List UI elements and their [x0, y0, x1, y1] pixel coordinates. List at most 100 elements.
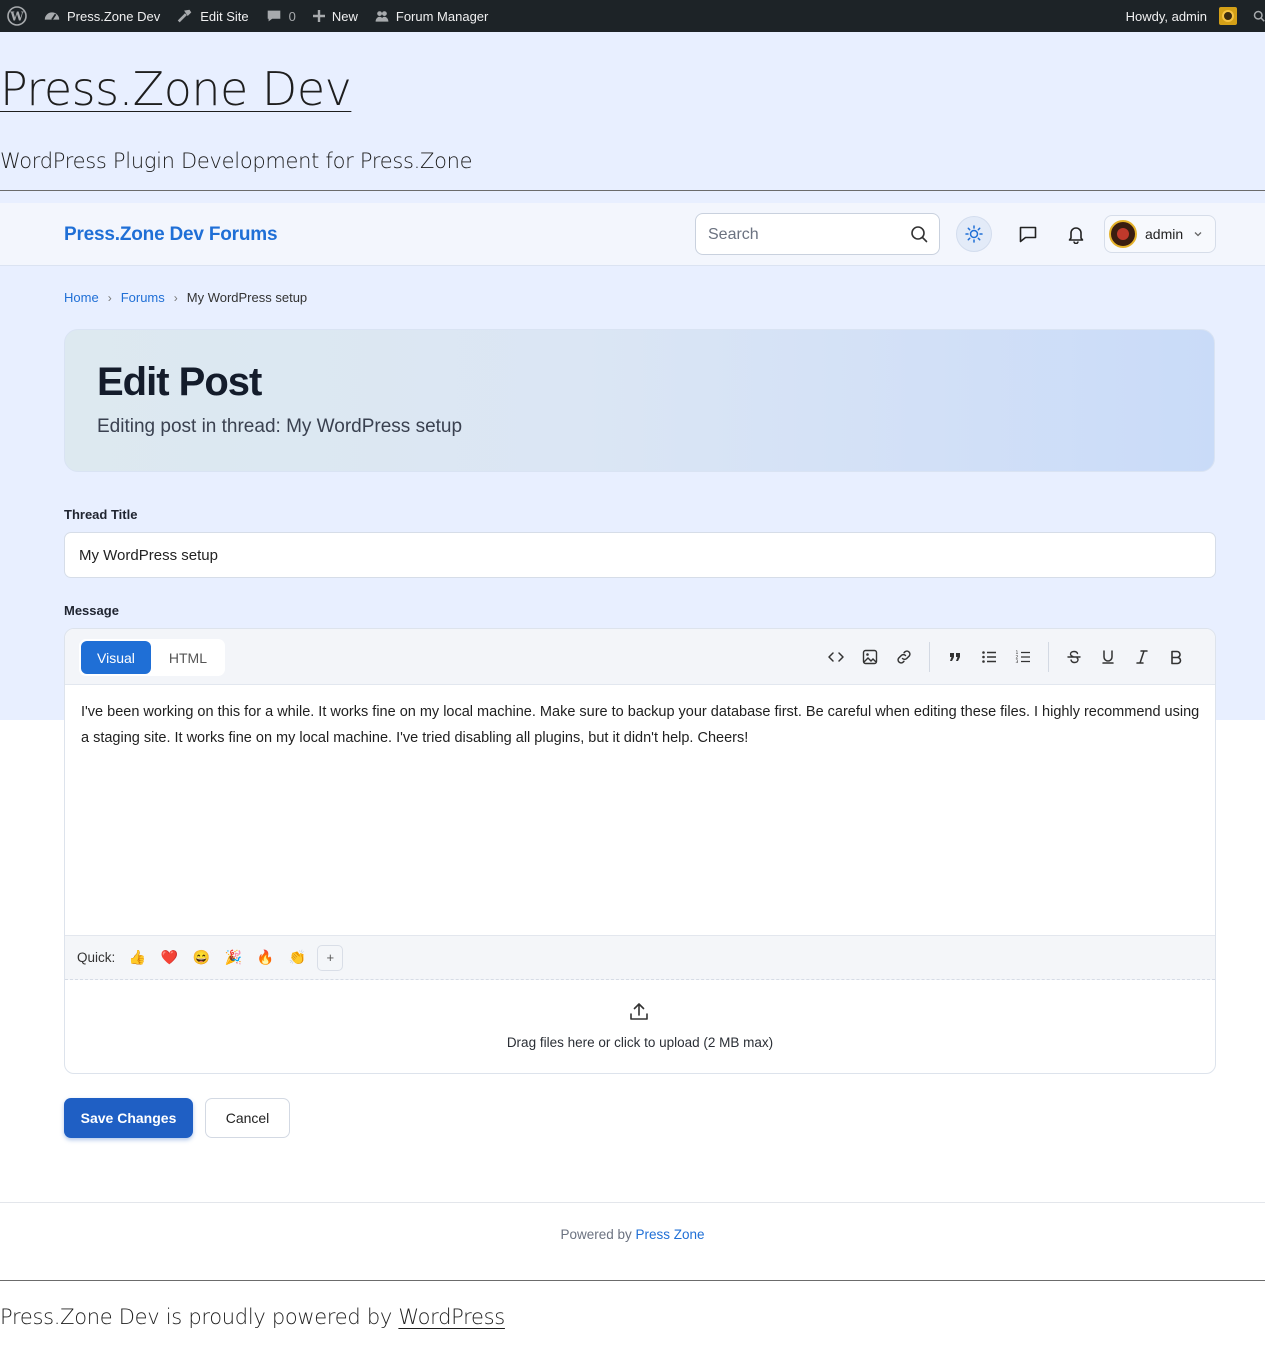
- page-title: Edit Post: [97, 360, 262, 404]
- admin-bar-forum-manager-label: Forum Manager: [395, 8, 489, 24]
- svg-text:3: 3: [1016, 659, 1019, 665]
- message-editor: Visual HTML 123 I've been working on thi…: [64, 628, 1216, 1074]
- search-icon[interactable]: [910, 225, 928, 248]
- user-menu-button[interactable]: admin: [1104, 215, 1216, 253]
- breadcrumb-home[interactable]: Home: [64, 290, 99, 305]
- underline-button[interactable]: [1091, 642, 1125, 672]
- messages-button[interactable]: [1010, 216, 1046, 252]
- header-divider: [0, 190, 1265, 191]
- more-emoji-button[interactable]: +: [317, 944, 344, 971]
- forum-header: Press.Zone Dev Forums admin: [0, 203, 1265, 266]
- file-upload-dropzone[interactable]: Drag files here or click to upload (2 MB…: [65, 981, 1215, 1073]
- search-input[interactable]: [708, 224, 898, 246]
- comments-count: 0: [288, 8, 296, 24]
- bell-icon: [1068, 227, 1084, 244]
- site-footer-divider: [0, 1280, 1265, 1281]
- link-icon: [897, 650, 911, 664]
- chat-bubble-icon: [1019, 226, 1037, 243]
- page-hero: Edit Post Editing post in thread: My Wor…: [64, 329, 1215, 472]
- plus-icon: [312, 10, 325, 22]
- emoji-clap-button[interactable]: 👏: [281, 944, 313, 972]
- breadcrumb-forums[interactable]: Forums: [121, 290, 165, 305]
- chevron-down-icon: [1194, 232, 1202, 237]
- emoji-fire-button[interactable]: 🔥: [249, 944, 281, 972]
- message-content-area[interactable]: I've been working on this for a while. I…: [81, 699, 1201, 751]
- insert-link-button[interactable]: [887, 642, 921, 672]
- press-zone-link[interactable]: Press Zone: [636, 1227, 705, 1242]
- forum-footer-divider: [0, 1202, 1265, 1203]
- strikethrough-icon: [1067, 650, 1081, 664]
- site-title[interactable]: Press.Zone Dev: [0, 62, 352, 116]
- wordpress-icon: W: [7, 6, 27, 26]
- avatar: [1109, 220, 1137, 248]
- bold-icon: [1171, 650, 1182, 665]
- italic-icon: [1136, 650, 1148, 664]
- bullet-list-icon: [982, 651, 996, 663]
- numbered-list-button[interactable]: 123: [1006, 642, 1040, 672]
- comment-icon: [267, 10, 280, 22]
- wordpress-logo-menu[interactable]: W: [0, 0, 35, 32]
- breadcrumb-separator-icon: ›: [173, 290, 178, 305]
- svg-text:W: W: [9, 10, 24, 24]
- hammer-icon: [177, 9, 192, 23]
- theme-toggle-button[interactable]: [956, 216, 992, 252]
- powered-by-text: Powered by: [560, 1227, 632, 1242]
- admin-bar-new[interactable]: New: [304, 0, 366, 32]
- thread-title-input[interactable]: [64, 532, 1216, 578]
- forum-footer: Powered by Press Zone: [0, 1227, 1265, 1242]
- quote-icon: [950, 653, 960, 661]
- cancel-button[interactable]: Cancel: [205, 1098, 290, 1138]
- underline-icon: [1102, 650, 1114, 664]
- admin-bar-account[interactable]: Howdy, admin: [1118, 0, 1253, 32]
- tab-visual[interactable]: Visual: [81, 641, 151, 674]
- emoji-heart-button[interactable]: ❤️: [153, 944, 185, 972]
- insert-image-button[interactable]: [853, 642, 887, 672]
- admin-bar-search[interactable]: [1253, 0, 1265, 32]
- site-footer: Press.Zone Dev is proudly powered by Wor…: [0, 1305, 505, 1329]
- dashboard-icon: [44, 12, 60, 21]
- code-icon: [828, 652, 844, 662]
- forum-brand-link[interactable]: Press.Zone Dev Forums: [64, 224, 278, 246]
- quick-label: Quick:: [77, 950, 116, 965]
- blockquote-button[interactable]: [938, 642, 972, 672]
- admin-bar-edit-site-label: Edit Site: [200, 8, 249, 24]
- admin-bar: W Press.Zone Dev Edit Site 0 New Forum M…: [0, 0, 1265, 32]
- message-label: Message: [64, 603, 119, 618]
- admin-bar-site-label: Press.Zone Dev: [67, 8, 161, 24]
- notifications-button[interactable]: [1058, 216, 1094, 252]
- bold-button[interactable]: [1159, 642, 1193, 672]
- emoji-thumbs-up-button[interactable]: 👍: [121, 944, 153, 972]
- save-changes-button[interactable]: Save Changes: [64, 1098, 193, 1138]
- breadcrumb: Home › Forums › My WordPress setup: [64, 290, 307, 305]
- site-footer-text: Press.Zone Dev is proudly powered by: [0, 1305, 392, 1329]
- admin-greeting: Howdy, admin: [1125, 8, 1207, 24]
- admin-bar-forum-manager[interactable]: Forum Manager: [366, 0, 496, 32]
- wordpress-link[interactable]: WordPress: [398, 1305, 505, 1329]
- sun-icon: [965, 225, 983, 243]
- format-buttons: 123: [819, 642, 1193, 672]
- thread-title-label: Thread Title: [64, 507, 138, 522]
- tab-html[interactable]: HTML: [153, 641, 223, 674]
- upload-instructions: Drag files here or click to upload (2 MB…: [506, 1035, 774, 1050]
- code-button[interactable]: [819, 642, 853, 672]
- italic-button[interactable]: [1125, 642, 1159, 672]
- numbered-list-icon: 123: [1016, 650, 1030, 665]
- admin-bar-site-name[interactable]: Press.Zone Dev: [35, 0, 168, 32]
- toolbar-divider: [1048, 642, 1049, 672]
- search-icon: [1253, 10, 1265, 22]
- emoji-smile-button[interactable]: 😄: [185, 944, 217, 972]
- editor-mode-tabs: Visual HTML: [79, 639, 226, 676]
- admin-bar-new-label: New: [331, 8, 358, 24]
- emoji-party-button[interactable]: 🎉: [217, 944, 249, 972]
- breadcrumb-separator-icon: ›: [107, 290, 112, 305]
- group-icon: [375, 11, 389, 22]
- admin-bar-comments[interactable]: 0: [257, 0, 304, 32]
- admin-bar-edit-site[interactable]: Edit Site: [168, 0, 256, 32]
- page-subtitle: Editing post in thread: My WordPress set…: [97, 416, 463, 437]
- toolbar-divider: [929, 642, 930, 672]
- breadcrumb-current: My WordPress setup: [186, 290, 308, 305]
- user-menu-name: admin: [1145, 226, 1184, 242]
- image-icon: [862, 649, 878, 665]
- bulleted-list-button[interactable]: [972, 642, 1006, 672]
- strikethrough-button[interactable]: [1057, 642, 1091, 672]
